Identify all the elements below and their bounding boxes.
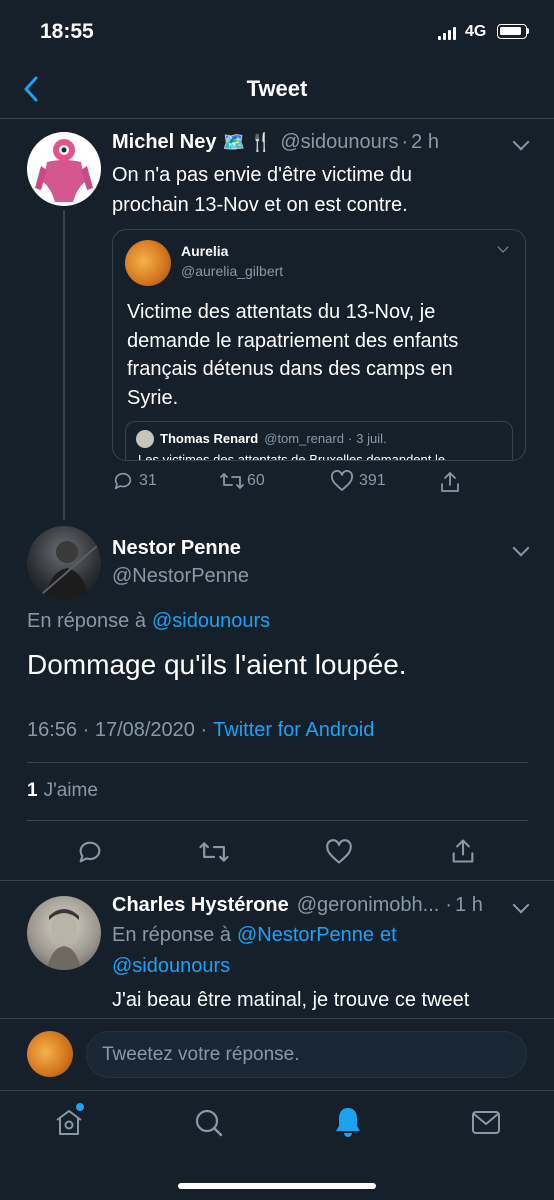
quote-author-name: Aurelia: [181, 243, 229, 259]
notification-dot: [76, 1103, 84, 1111]
separator: ·: [347, 431, 353, 446]
chevron-down-icon[interactable]: [512, 896, 530, 914]
tweet-text-line: prochain 13-Nov et on est contre.: [112, 194, 408, 216]
reply-to-link[interactable]: @sidounours: [152, 610, 270, 633]
avatar: [136, 430, 154, 448]
home-indicator: [178, 1183, 376, 1189]
avatar-illustration: [35, 139, 93, 202]
tab-bar: [0, 1090, 554, 1200]
tweet-timestamp: 16:56 · 17/08/2020 ·: [27, 719, 208, 741]
quote-author-handle: @aurelia_gilbert: [181, 263, 284, 279]
tweet-time: 1 h: [455, 894, 483, 916]
heart-icon: [331, 470, 353, 491]
battery-icon: [497, 24, 529, 39]
share-icon[interactable]: [450, 837, 476, 865]
reply-and: et: [380, 924, 397, 946]
separator: ·: [445, 894, 453, 916]
header: Tweet: [0, 60, 554, 118]
quote-text-line: demande le rapatriement des enfants: [127, 329, 459, 352]
nested-time: 3 juil.: [356, 431, 387, 446]
nested-quote-card[interactable]: Thomas Renard @tom_renard · 3 juil. Les …: [125, 421, 513, 461]
author-name[interactable]: Charles Hystérone: [112, 894, 289, 917]
author-handle[interactable]: @sidounours: [280, 131, 398, 154]
reply-to-link[interactable]: @sidounours: [112, 955, 230, 978]
divider: [27, 762, 528, 763]
reply-input[interactable]: Tweetez votre réponse.: [86, 1031, 527, 1078]
retweet-icon[interactable]: [198, 838, 230, 866]
nested-author-name: Thomas Renard: [160, 431, 259, 446]
notifications-icon[interactable]: [332, 1105, 364, 1139]
author-handle[interactable]: @NestorPenne: [112, 565, 249, 588]
nested-quote-header: Thomas Renard @tom_renard · 3 juil.: [160, 431, 387, 446]
reply-prefix: En réponse à: [27, 610, 146, 632]
avatar-photo: [34, 541, 98, 600]
quote-text: Victime des attentats du 13-Nov, je dema…: [127, 298, 458, 412]
page-title: Tweet: [246, 76, 308, 101]
search-icon[interactable]: [193, 1107, 225, 1139]
signal-icon: [438, 26, 458, 40]
reply-input-placeholder: Tweetez votre réponse.: [102, 1044, 300, 1065]
avatar[interactable]: [27, 896, 101, 970]
thread-line: [63, 210, 65, 520]
likes-label: J'aime: [43, 780, 98, 801]
nested-text: Les victimes des attentats de Bruxelles …: [138, 452, 446, 461]
tweet-actions: 31 60 391: [112, 470, 532, 500]
status-bar: 18:55 4G: [0, 0, 554, 60]
share-icon[interactable]: [439, 470, 461, 494]
reply-to-link[interactable]: @NestorPenne: [237, 924, 374, 947]
chevron-down-icon[interactable]: [497, 241, 509, 253]
quote-text-line: Victime des attentats du 13-Nov, je: [127, 301, 436, 323]
status-time: 18:55: [40, 20, 94, 43]
like-button[interactable]: 391: [330, 470, 386, 492]
reply-tweet-header: Charles Hystérone @geronimobh... · 1 h: [112, 894, 483, 917]
avatar[interactable]: [27, 132, 101, 206]
author-handle[interactable]: @geronimobh...: [297, 894, 440, 917]
tweet1-header: Michel Ney 🗺️ 🍴 @sidounours · 2 h: [112, 131, 512, 154]
like-count: 391: [359, 472, 386, 489]
reply-button[interactable]: 31: [112, 470, 157, 492]
messages-icon[interactable]: [470, 1109, 502, 1137]
quote-text-line: Syrie.: [127, 386, 179, 409]
reply-context: En réponse à @sidounours: [27, 610, 270, 633]
tweet-source-link[interactable]: Twitter for Android: [213, 719, 374, 742]
chevron-down-icon[interactable]: [512, 539, 530, 557]
reply-icon: [114, 472, 132, 490]
network-label: 4G: [465, 23, 487, 40]
reply-prefix: En réponse à: [112, 924, 231, 946]
likes-summary[interactable]: 1 J'aime: [27, 780, 98, 802]
reply-count: 31: [139, 472, 157, 489]
reply-icon[interactable]: [76, 838, 104, 866]
author-name[interactable]: Michel Ney: [112, 131, 216, 154]
tweet-text: On n'a pas envie d'être victime du proch…: [112, 160, 412, 220]
quote-text-line: français détenus dans des camps en: [127, 358, 453, 380]
separator: ·: [401, 131, 409, 153]
name-emojis: 🗺️ 🍴: [222, 132, 273, 152]
tweet-text: Dommage qu'ils l'aient loupée.: [27, 649, 407, 680]
nested-author-handle: @tom_renard: [264, 431, 344, 446]
author-name[interactable]: Nestor Penne: [112, 537, 241, 560]
reply-context: En réponse à @NestorPenne et: [112, 924, 397, 947]
chevron-down-icon[interactable]: [512, 133, 530, 151]
tweet-text-line: On n'a pas envie d'être victime du: [112, 164, 413, 186]
tab-home[interactable]: [52, 1103, 86, 1139]
likes-count: 1: [27, 780, 38, 801]
tweet-time: 2 h: [411, 131, 439, 153]
retweet-count: 60: [247, 472, 265, 489]
divider: [27, 820, 528, 821]
tweet-text: J'ai beau être matinal, je trouve ce twe…: [112, 989, 470, 1011]
quote-tweet-card[interactable]: Aurelia @aurelia_gilbert Victime des att…: [112, 229, 526, 461]
composer-bar: Tweetez votre réponse.: [0, 1018, 554, 1090]
tweet-meta: 16:56 · 17/08/2020 · Twitter for Android: [27, 719, 374, 742]
avatar[interactable]: [27, 526, 101, 600]
retweet-icon: [220, 473, 244, 489]
avatar[interactable]: [27, 1031, 73, 1077]
retweet-button[interactable]: 60: [219, 470, 265, 492]
heart-icon[interactable]: [325, 839, 353, 865]
avatar: [125, 240, 171, 286]
avatar-photo: [47, 909, 81, 970]
